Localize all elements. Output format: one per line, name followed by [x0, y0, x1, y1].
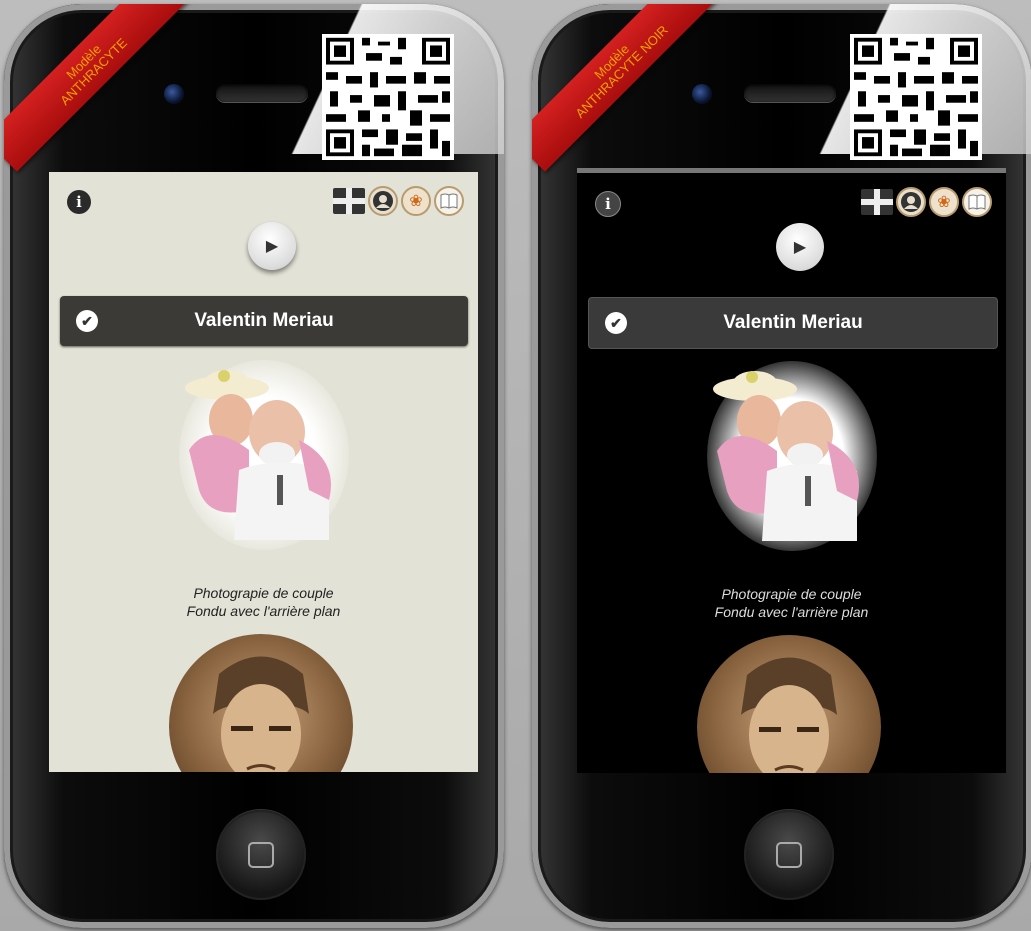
play-icon: ▶	[793, 239, 807, 256]
home-button[interactable]	[744, 810, 834, 900]
photo-caption: Photograpie de couple Fondu avec l'arriè…	[577, 585, 1006, 621]
ribbon-line2: ANTHRACYTE NOIR	[572, 22, 671, 121]
play-button[interactable]: ▶	[248, 222, 296, 270]
qr-code	[322, 34, 454, 160]
caption-line2: Fondu avec l'arrière plan	[714, 604, 869, 620]
speaker-grille	[216, 84, 308, 102]
check-icon: ✔	[76, 310, 98, 332]
profile-name-bar[interactable]: ✔ Valentin Meriau	[60, 296, 468, 346]
screen: i ❀ ▶ ✔ Valentin Meriau Photograpie de c…	[49, 172, 478, 772]
photo-caption: Photograpie de couple Fondu avec l'arriè…	[49, 584, 478, 620]
couple-photo	[179, 360, 349, 550]
profile-name: Valentin Meriau	[194, 310, 334, 331]
phone-anthracyte: Modèle ANTHRACYTE i ❀ ▶ ✔ Valentin Meria…	[4, 4, 504, 928]
home-button-icon	[776, 842, 802, 868]
qr-code	[850, 34, 982, 160]
play-icon: ▶	[265, 238, 279, 255]
user-icon[interactable]	[368, 186, 398, 216]
info-icon[interactable]: i	[67, 190, 91, 214]
caption-line2: Fondu avec l'arrière plan	[186, 603, 341, 619]
toolbar-icons: ❀	[861, 187, 992, 217]
toolbar-icons: ❀	[333, 186, 464, 216]
caption-line1: Photograpie de couple	[193, 585, 334, 601]
lotus-icon[interactable]: ❀	[929, 187, 959, 217]
caption-line1: Photograpie de couple	[721, 586, 862, 602]
profile-name-bar[interactable]: ✔ Valentin Meriau	[588, 297, 998, 349]
portrait-photo	[697, 635, 881, 773]
screen: i ❀ ▶ ✔ Valentin Meriau Photograpie de c…	[577, 168, 1006, 773]
profile-name: Valentin Meriau	[723, 312, 863, 333]
check-icon: ✔	[605, 312, 627, 334]
home-button[interactable]	[216, 810, 306, 900]
user-icon[interactable]	[896, 187, 926, 217]
portrait-photo	[169, 634, 353, 772]
uk-flag-icon[interactable]	[861, 189, 893, 215]
lotus-icon[interactable]: ❀	[401, 186, 431, 216]
book-icon[interactable]	[962, 187, 992, 217]
camera-icon	[692, 84, 712, 104]
uk-flag-icon[interactable]	[333, 188, 365, 214]
home-button-icon	[248, 842, 274, 868]
phone-anthracyte-noir: Modèle ANTHRACYTE NOIR i ❀ ▶ ✔ Valentin …	[532, 4, 1031, 928]
play-button[interactable]: ▶	[776, 223, 824, 271]
info-icon[interactable]: i	[595, 191, 621, 217]
couple-photo	[707, 361, 877, 551]
speaker-grille	[744, 84, 836, 102]
camera-icon	[164, 84, 184, 104]
book-icon[interactable]	[434, 186, 464, 216]
